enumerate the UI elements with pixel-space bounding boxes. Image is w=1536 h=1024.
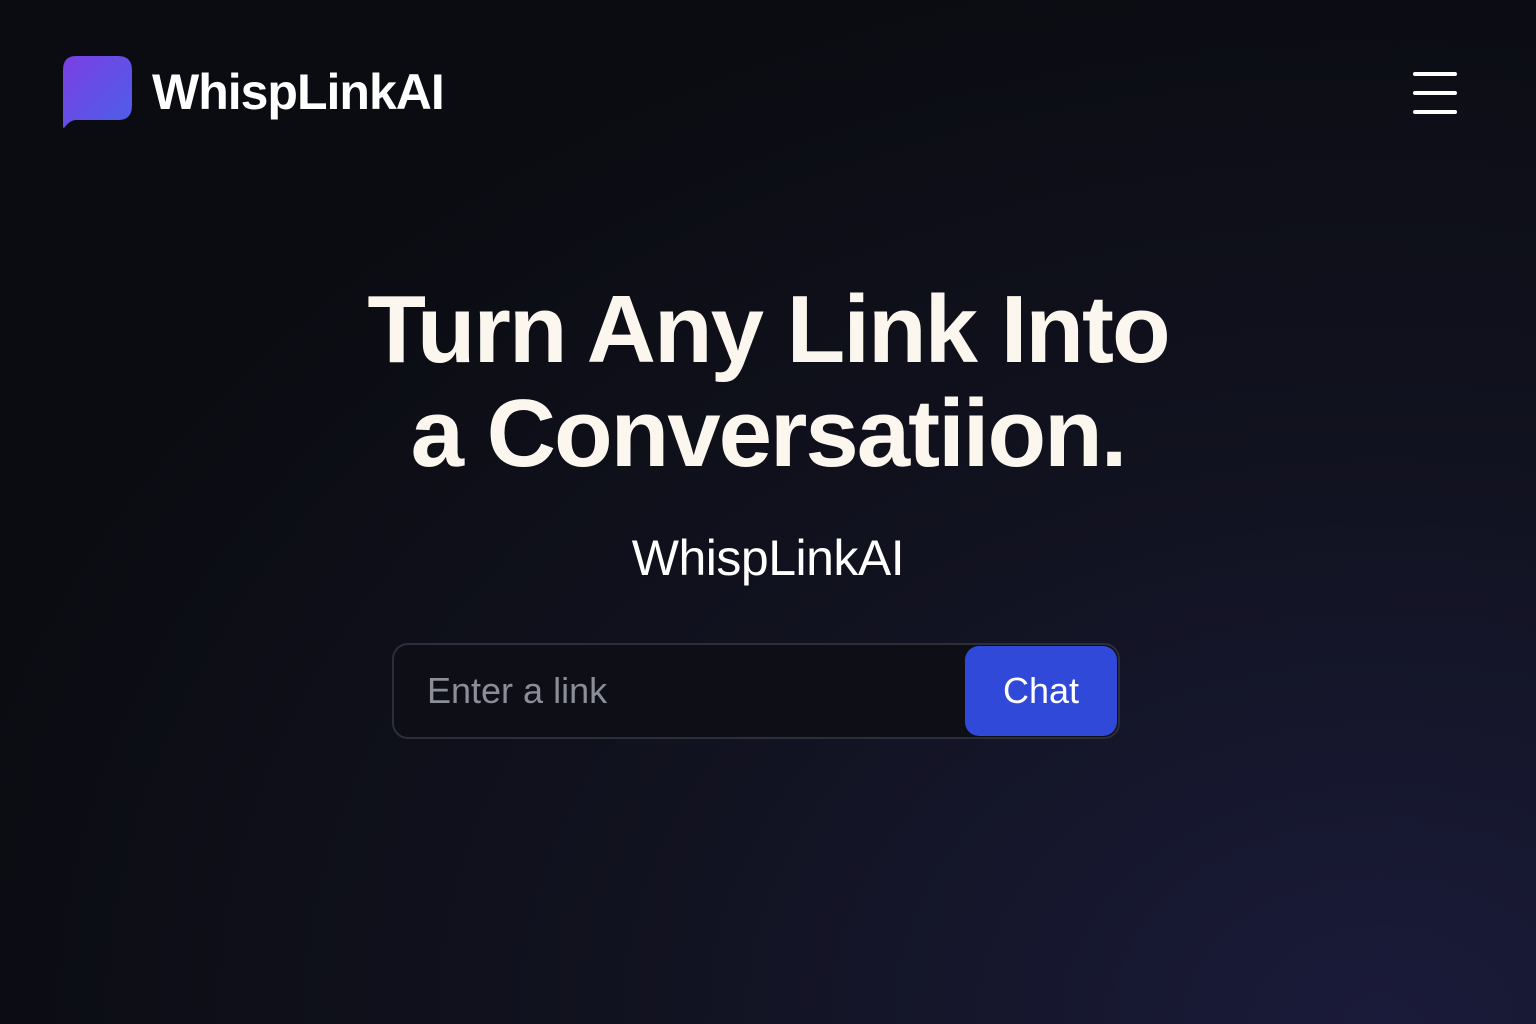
- link-input[interactable]: [394, 645, 966, 737]
- hero-subtitle: WhispLinkAI: [631, 530, 905, 586]
- menu-line: [1413, 110, 1457, 114]
- hero-title-line-1: Turn Any Link Into: [367, 276, 1170, 383]
- hamburger-menu-icon[interactable]: [1410, 70, 1460, 116]
- menu-line: [1413, 91, 1457, 95]
- hero-title: Turn Any Link Into a Conversatiion.: [300, 278, 1236, 486]
- hero-title-line-2: a Conversatiion.: [410, 380, 1128, 487]
- chat-button[interactable]: Chat: [965, 646, 1117, 736]
- site-header: WhispLinkAI: [0, 0, 1536, 190]
- link-form: Chat: [392, 643, 1120, 739]
- brand-name[interactable]: WhispLinkAI: [152, 62, 445, 122]
- chat-bubble-icon[interactable]: [62, 56, 132, 128]
- menu-line: [1413, 72, 1457, 76]
